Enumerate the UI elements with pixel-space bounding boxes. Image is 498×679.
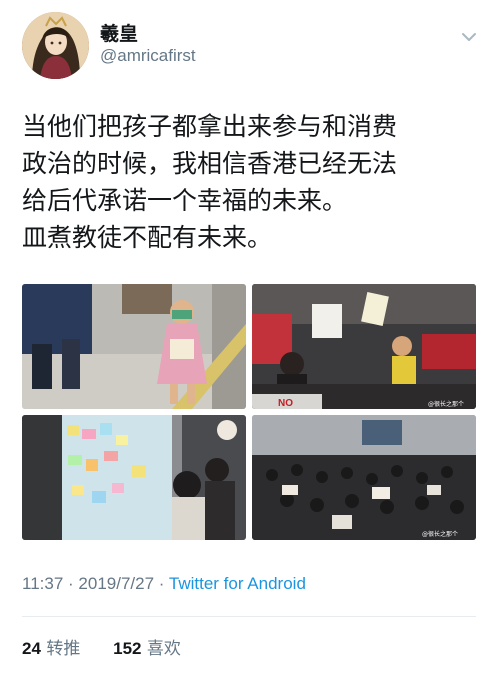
likes-label[interactable]: 喜欢 <box>147 639 181 659</box>
tweet-date[interactable]: 2019/7/27 <box>78 574 154 593</box>
tweet-text-line: 皿煮教徒不配有未来。 <box>22 223 273 252</box>
meta-separator: · <box>68 574 74 593</box>
photo-lennon-wall[interactable] <box>22 415 246 540</box>
tweet-meta: 11:37 · 2019/7/27 · Twitter for Android <box>22 574 306 594</box>
tweet-source-link[interactable]: Twitter for Android <box>169 574 306 593</box>
tweet-text-line: 当他们把孩子都拿出来参与和消费 <box>22 112 398 141</box>
user-handle[interactable]: @amricafirst <box>100 46 196 66</box>
divider <box>22 616 476 617</box>
tweet-stats: 24 转推 152 喜欢 <box>22 634 185 659</box>
tweet-time[interactable]: 11:37 <box>22 574 63 593</box>
tweet-header: 羲皇 @amricafirst <box>22 12 482 82</box>
tweet-text: 当他们把孩子都拿出来参与和消费 政治的时候，我相信香港已经无法 给后代承诺一个幸… <box>22 108 482 256</box>
retweets-label[interactable]: 转推 <box>46 639 80 659</box>
avatar[interactable] <box>22 12 89 79</box>
tweet-text-line: 政治的时候，我相信香港已经无法 <box>22 149 398 178</box>
media-grid: NO @很长之那个 @很长之那个 <box>22 284 476 540</box>
photo-child-airport[interactable] <box>22 284 246 409</box>
tweet-text-line: 给后代承诺一个幸福的未来。 <box>22 186 348 215</box>
retweets-count[interactable]: 24 <box>22 639 41 658</box>
display-name[interactable]: 羲皇 <box>100 19 138 46</box>
meta-separator: · <box>158 574 165 593</box>
sign-text: NO <box>278 398 293 409</box>
likes-count[interactable]: 152 <box>113 639 141 658</box>
photo-watermark: @很长之那个 <box>422 530 458 538</box>
photo-watermark: @很长之那个 <box>428 400 464 408</box>
chevron-down-icon[interactable] <box>460 28 478 46</box>
photo-airport-crowd[interactable]: @很长之那个 <box>252 415 476 540</box>
photo-protest-signs[interactable]: NO @很长之那个 <box>252 284 476 409</box>
